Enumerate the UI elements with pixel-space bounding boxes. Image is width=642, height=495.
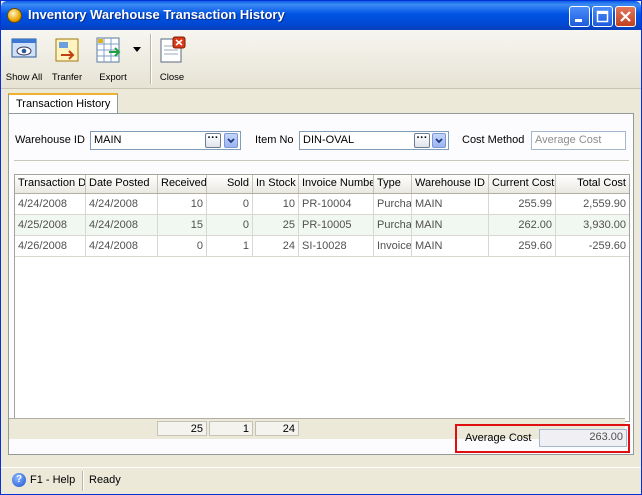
tab-transaction-history[interactable]: Transaction History xyxy=(8,93,119,113)
table-cell: 15 xyxy=(158,215,207,236)
column-header[interactable]: Invoice Numbe xyxy=(299,175,374,193)
status-bar: ? F1 - Help Ready xyxy=(1,467,641,494)
help-label[interactable]: F1 - Help xyxy=(30,474,75,486)
title-bar[interactable]: Inventory Warehouse Transaction History xyxy=(1,1,641,30)
close-icon xyxy=(620,11,631,22)
maximize-button[interactable] xyxy=(592,6,613,27)
maximize-icon xyxy=(596,10,609,23)
table-cell: 24 xyxy=(253,236,299,257)
table-row[interactable]: 4/25/2008 4/24/2008 15 0 25 PR-10005 Pur… xyxy=(15,215,629,236)
table-row[interactable]: 4/24/2008 4/24/2008 10 0 10 PR-10004 Pur… xyxy=(15,194,629,215)
table-cell: MAIN xyxy=(412,194,489,215)
table-cell: 10 xyxy=(158,194,207,215)
warehouse-id-label: Warehouse ID xyxy=(15,134,85,146)
table-cell: 4/24/2008 xyxy=(86,215,158,236)
table-cell: 4/24/2008 xyxy=(86,236,158,257)
status-text: Ready xyxy=(89,474,121,486)
chevron-down-icon[interactable] xyxy=(224,133,238,148)
export-dropdown-icon[interactable] xyxy=(133,47,141,53)
chevron-down-icon[interactable] xyxy=(432,133,446,148)
total-in-stock: 24 xyxy=(255,421,299,436)
column-header[interactable]: Received xyxy=(158,175,207,193)
table-row[interactable]: 4/26/2008 4/24/2008 0 1 24 SI-10028 Invo… xyxy=(15,236,629,257)
grid-header: Transaction D Date Posted Received Sold … xyxy=(15,175,629,194)
table-cell: 0 xyxy=(207,215,253,236)
table-cell: Purcha xyxy=(374,194,412,215)
help-icon[interactable]: ? xyxy=(12,473,26,487)
transaction-history-panel: Warehouse ID MAIN ··· Item No DIN-OVAL ·… xyxy=(8,113,634,455)
column-header[interactable]: Date Posted xyxy=(86,175,158,193)
table-cell: 1 xyxy=(207,236,253,257)
ellipsis-icon[interactable]: ··· xyxy=(414,133,430,148)
column-header[interactable]: Total Cost xyxy=(556,175,629,193)
average-cost-label: Average Cost xyxy=(465,432,532,444)
export-icon xyxy=(96,37,121,63)
table-cell: MAIN xyxy=(412,236,489,257)
table-cell: Purcha xyxy=(374,215,412,236)
transaction-grid[interactable]: Transaction D Date Posted Received Sold … xyxy=(14,174,630,422)
minimize-button[interactable] xyxy=(569,6,590,27)
minimize-icon xyxy=(575,19,582,22)
total-received: 25 xyxy=(157,421,207,436)
export-button[interactable]: Export xyxy=(93,34,143,86)
table-cell: 3,930.00 xyxy=(556,215,629,236)
app-icon xyxy=(7,8,22,23)
column-header[interactable]: Transaction D xyxy=(15,175,86,193)
total-sold: 1 xyxy=(209,421,253,436)
close-window-button[interactable] xyxy=(615,6,636,27)
cost-method-label: Cost Method xyxy=(462,134,525,146)
warehouse-id-value: MAIN xyxy=(94,134,122,146)
column-header[interactable]: In Stock xyxy=(253,175,299,193)
column-header[interactable]: Warehouse ID xyxy=(412,175,489,193)
table-cell: 0 xyxy=(158,236,207,257)
toolbar: Show All Tranfer Export Close xyxy=(1,30,641,89)
ellipsis-icon[interactable]: ··· xyxy=(205,133,221,148)
table-cell: Invoice xyxy=(374,236,412,257)
show-all-label: Show All xyxy=(5,72,43,83)
table-cell: 25 xyxy=(253,215,299,236)
transfer-label: Tranfer xyxy=(51,72,83,83)
show-all-icon xyxy=(11,38,37,58)
toolbar-separator xyxy=(150,34,152,84)
window-title: Inventory Warehouse Transaction History xyxy=(28,7,285,22)
table-cell: MAIN xyxy=(412,215,489,236)
close-document-icon xyxy=(160,36,186,63)
close-label: Close xyxy=(159,72,185,83)
table-cell: PR-10005 xyxy=(299,215,374,236)
divider xyxy=(14,160,629,162)
status-separator xyxy=(82,471,84,491)
transfer-button[interactable]: Tranfer xyxy=(47,34,87,86)
table-cell: 0 xyxy=(207,194,253,215)
table-cell: 255.99 xyxy=(489,194,556,215)
table-cell: 2,559.90 xyxy=(556,194,629,215)
table-cell: 4/26/2008 xyxy=(15,236,86,257)
show-all-button[interactable]: Show All xyxy=(5,34,43,86)
cost-method-field: Average Cost xyxy=(531,131,626,150)
close-button[interactable]: Close xyxy=(156,34,188,86)
average-cost-field: 263.00 xyxy=(539,429,627,447)
column-header[interactable]: Type xyxy=(374,175,412,193)
table-cell: PR-10004 xyxy=(299,194,374,215)
warehouse-id-combo[interactable]: MAIN ··· xyxy=(90,131,241,150)
table-cell: 10 xyxy=(253,194,299,215)
item-no-value: DIN-OVAL xyxy=(303,134,355,146)
table-cell: SI-10028 xyxy=(299,236,374,257)
table-cell: 262.00 xyxy=(489,215,556,236)
item-no-label: Item No xyxy=(255,134,294,146)
item-no-combo[interactable]: DIN-OVAL ··· xyxy=(299,131,449,150)
transfer-icon xyxy=(55,38,79,62)
table-cell: 4/24/2008 xyxy=(15,194,86,215)
table-cell: -259.60 xyxy=(556,236,629,257)
transaction-history-window: Inventory Warehouse Transaction History … xyxy=(0,0,642,495)
table-cell: 4/25/2008 xyxy=(15,215,86,236)
table-cell: 259.60 xyxy=(489,236,556,257)
column-header[interactable]: Sold xyxy=(207,175,253,193)
column-header[interactable]: Current Cost xyxy=(489,175,556,193)
table-cell: 4/24/2008 xyxy=(86,194,158,215)
export-label: Export xyxy=(99,72,127,83)
